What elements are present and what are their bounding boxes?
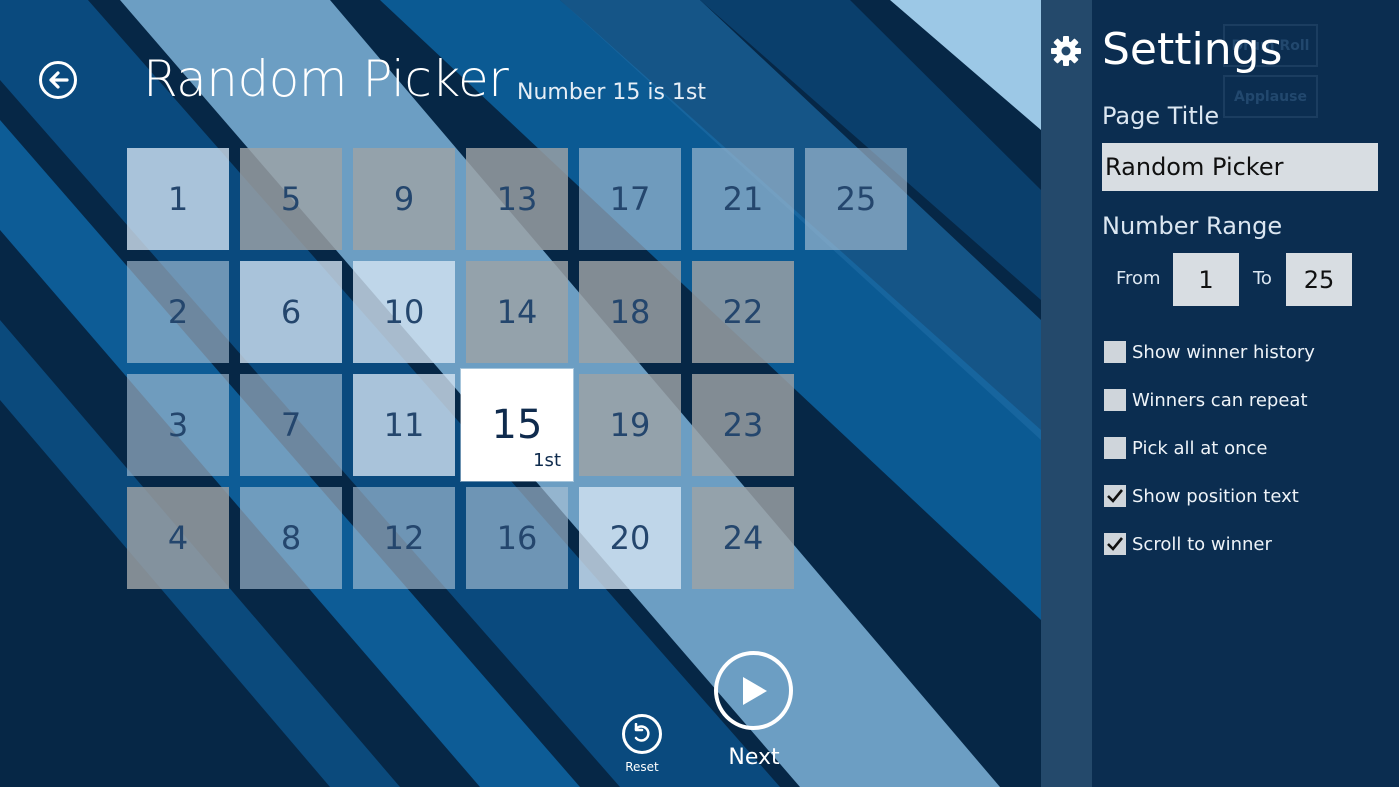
- page-title-label: Page Title: [1102, 102, 1220, 130]
- reset-label: Reset: [625, 760, 659, 774]
- position-text: 1st: [533, 450, 561, 471]
- tile-number: 11: [383, 406, 425, 444]
- arrow-left-icon: [49, 71, 69, 89]
- next-button[interactable]: [714, 651, 793, 730]
- number-tile[interactable]: 7: [240, 374, 342, 476]
- page-title: Random Picker: [143, 50, 509, 108]
- number-tile[interactable]: 11: [353, 374, 455, 476]
- settings-title: Settings: [1102, 24, 1283, 75]
- tile-number: 16: [496, 519, 538, 557]
- checkbox-checked-icon[interactable]: [1104, 533, 1126, 555]
- number-tile[interactable]: 20: [579, 487, 681, 589]
- option-checkbox[interactable]: Winners can repeat: [1104, 387, 1308, 413]
- number-tile[interactable]: 24: [692, 487, 794, 589]
- back-button[interactable]: [39, 61, 77, 99]
- option-checkbox[interactable]: Show winner history: [1104, 339, 1315, 365]
- next-label: Next: [728, 745, 780, 770]
- option-checkbox[interactable]: Scroll to winner: [1104, 531, 1272, 557]
- tile-number: 15: [491, 402, 543, 448]
- number-tile[interactable]: 4: [127, 487, 229, 589]
- number-tile[interactable]: 3: [127, 374, 229, 476]
- number-tile[interactable]: 25: [805, 148, 907, 250]
- tile-number: 5: [280, 180, 302, 218]
- number-tile[interactable]: 8: [240, 487, 342, 589]
- checkbox-empty-icon[interactable]: [1104, 437, 1126, 459]
- play-icon: [742, 676, 767, 705]
- number-tile[interactable]: 22: [692, 261, 794, 363]
- number-tile[interactable]: 10: [353, 261, 455, 363]
- tile-number: 17: [609, 180, 651, 218]
- tile-number: 10: [383, 293, 425, 331]
- reset-button[interactable]: [622, 714, 662, 754]
- number-tile[interactable]: 14: [466, 261, 568, 363]
- tile-number: 18: [609, 293, 651, 331]
- number-tile[interactable]: 23: [692, 374, 794, 476]
- number-tile[interactable]: 9: [353, 148, 455, 250]
- tile-number: 2: [167, 293, 189, 331]
- option-label: Pick all at once: [1132, 437, 1268, 459]
- number-tile[interactable]: 18: [579, 261, 681, 363]
- tile-number: 14: [496, 293, 538, 331]
- settings-strip: [1041, 0, 1092, 787]
- option-checkbox[interactable]: Pick all at once: [1104, 435, 1267, 461]
- tile-number: 20: [609, 519, 651, 557]
- tile-number: 7: [280, 406, 302, 444]
- number-tile[interactable]: 2: [127, 261, 229, 363]
- result-subtitle: Number 15 is 1st: [517, 80, 707, 105]
- option-label: Show winner history: [1132, 341, 1315, 363]
- to-input[interactable]: 25: [1286, 253, 1352, 306]
- checkbox-checked-icon[interactable]: [1104, 485, 1126, 507]
- option-label: Scroll to winner: [1132, 533, 1272, 555]
- applause-button[interactable]: Applause: [1223, 75, 1318, 118]
- from-input[interactable]: 1: [1173, 253, 1239, 306]
- number-tile[interactable]: 13: [466, 148, 568, 250]
- tile-number: 22: [722, 293, 764, 331]
- tile-number: 4: [167, 519, 189, 557]
- number-tile[interactable]: 16: [466, 487, 568, 589]
- checkbox-empty-icon[interactable]: [1104, 341, 1126, 363]
- undo-icon: [634, 723, 650, 742]
- tile-number: 3: [167, 406, 189, 444]
- tile-number: 24: [722, 519, 764, 557]
- tile-number: 25: [835, 180, 877, 218]
- number-grid: 1 5 9 13 17 21 25 2 6 10 14 18 22 3 7 11 15 1st 19 23 4 8 12 16…: [127, 148, 927, 589]
- option-checkbox[interactable]: Show position text: [1104, 483, 1299, 509]
- page-title-input[interactable]: [1102, 143, 1378, 191]
- from-label: From: [1116, 268, 1161, 289]
- number-tile[interactable]: 5: [240, 148, 342, 250]
- to-label: To: [1253, 268, 1272, 289]
- tile-number: 12: [383, 519, 425, 557]
- option-label: Winners can repeat: [1132, 389, 1308, 411]
- tile-number: 13: [496, 180, 538, 218]
- tile-number: 6: [280, 293, 302, 331]
- checkbox-empty-icon[interactable]: [1104, 389, 1126, 411]
- number-range-label: Number Range: [1102, 212, 1283, 240]
- number-tile[interactable]: 19: [579, 374, 681, 476]
- gear-icon[interactable]: [1050, 35, 1082, 67]
- tile-number: 8: [280, 519, 302, 557]
- number-tile[interactable]: 17: [579, 148, 681, 250]
- tile-number: 9: [393, 180, 415, 218]
- tile-number: 19: [609, 406, 651, 444]
- number-tile[interactable]: 21: [692, 148, 794, 250]
- number-tile[interactable]: 1: [127, 148, 229, 250]
- winner-tile[interactable]: 15 1st: [461, 369, 573, 481]
- option-label: Show position text: [1132, 485, 1299, 507]
- tile-number: 21: [722, 180, 764, 218]
- tile-number: 23: [722, 406, 764, 444]
- number-tile[interactable]: 6: [240, 261, 342, 363]
- number-tile[interactable]: 12: [353, 487, 455, 589]
- tile-number: 1: [167, 180, 189, 218]
